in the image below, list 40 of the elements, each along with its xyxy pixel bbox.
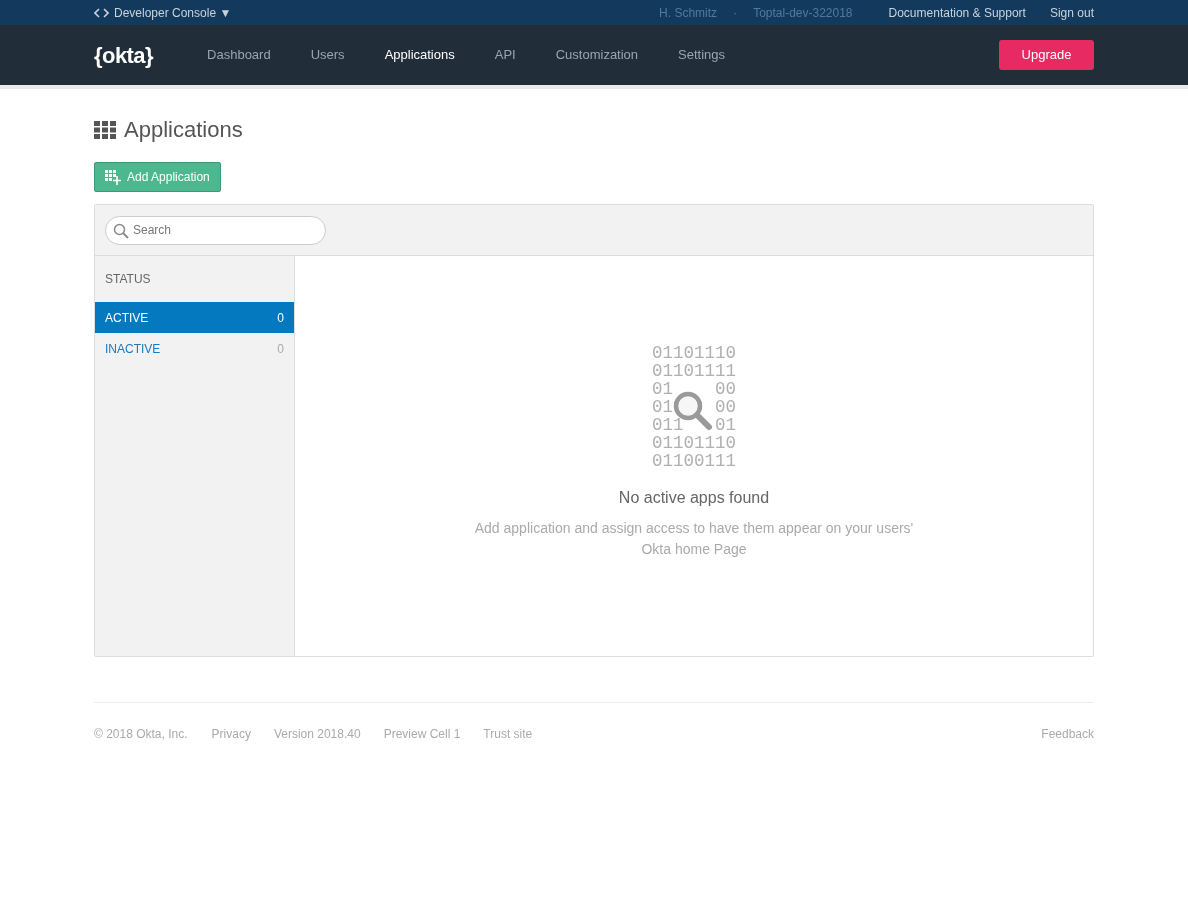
nav-tab[interactable]: Applications bbox=[364, 45, 475, 65]
binary-fragment: 01 bbox=[652, 398, 673, 416]
nav-tab[interactable]: Users bbox=[290, 45, 365, 65]
status-filter[interactable]: ACTIVE 0 bbox=[95, 302, 294, 333]
status-label: INACTIVE bbox=[105, 340, 161, 358]
status-heading: STATUS bbox=[104, 271, 152, 288]
binary-line: 01101110 bbox=[652, 344, 736, 362]
add-grid-icon bbox=[105, 169, 121, 185]
binary-fragment: 01 bbox=[652, 380, 673, 398]
separator: · bbox=[733, 4, 738, 22]
page-title: Applications bbox=[124, 116, 243, 144]
copyright-text: © 2018 Okta, Inc. bbox=[94, 726, 188, 743]
top-link[interactable]: Sign out bbox=[1049, 3, 1094, 22]
search-field[interactable]: Search bbox=[105, 215, 326, 245]
nav-tab[interactable]: Customization bbox=[535, 45, 659, 65]
status-label: ACTIVE bbox=[105, 309, 149, 327]
top-link[interactable]: Documentation & Support bbox=[888, 3, 1026, 22]
org-name: Toptal-dev-322018 bbox=[753, 4, 853, 22]
binary-line: 01101111 bbox=[652, 362, 736, 380]
nav-tab[interactable]: Settings bbox=[658, 45, 746, 65]
user-name: H. Schmitz bbox=[659, 4, 718, 22]
status-filter[interactable]: INACTIVE 0 bbox=[95, 333, 294, 364]
empty-message: Add application and assign access to have them appear on your users' Okta home Page bbox=[473, 519, 915, 559]
binary-fragment: 00 bbox=[715, 398, 736, 416]
okta-logo[interactable]: {okta} bbox=[94, 38, 154, 72]
status-count: 0 bbox=[277, 309, 284, 327]
console-menu[interactable]: Developer Console ▼ bbox=[114, 3, 232, 22]
empty-title: No active apps found bbox=[618, 488, 770, 508]
grid-icon bbox=[94, 120, 116, 139]
search-icon bbox=[113, 222, 129, 239]
status-count: 0 bbox=[277, 340, 284, 358]
upgrade-button[interactable]: Upgrade bbox=[999, 40, 1094, 70]
binary-fragment: 011 bbox=[652, 416, 684, 434]
code-icon bbox=[94, 7, 109, 18]
nav-tab[interactable]: API bbox=[474, 45, 536, 65]
binary-fragment: 01 bbox=[715, 416, 736, 434]
nav-tab[interactable]: Dashboard bbox=[187, 45, 291, 65]
binary-fragment: 00 bbox=[715, 380, 736, 398]
binary-line: 01101110 bbox=[652, 434, 736, 452]
binary-line: 01100111 bbox=[652, 452, 736, 470]
